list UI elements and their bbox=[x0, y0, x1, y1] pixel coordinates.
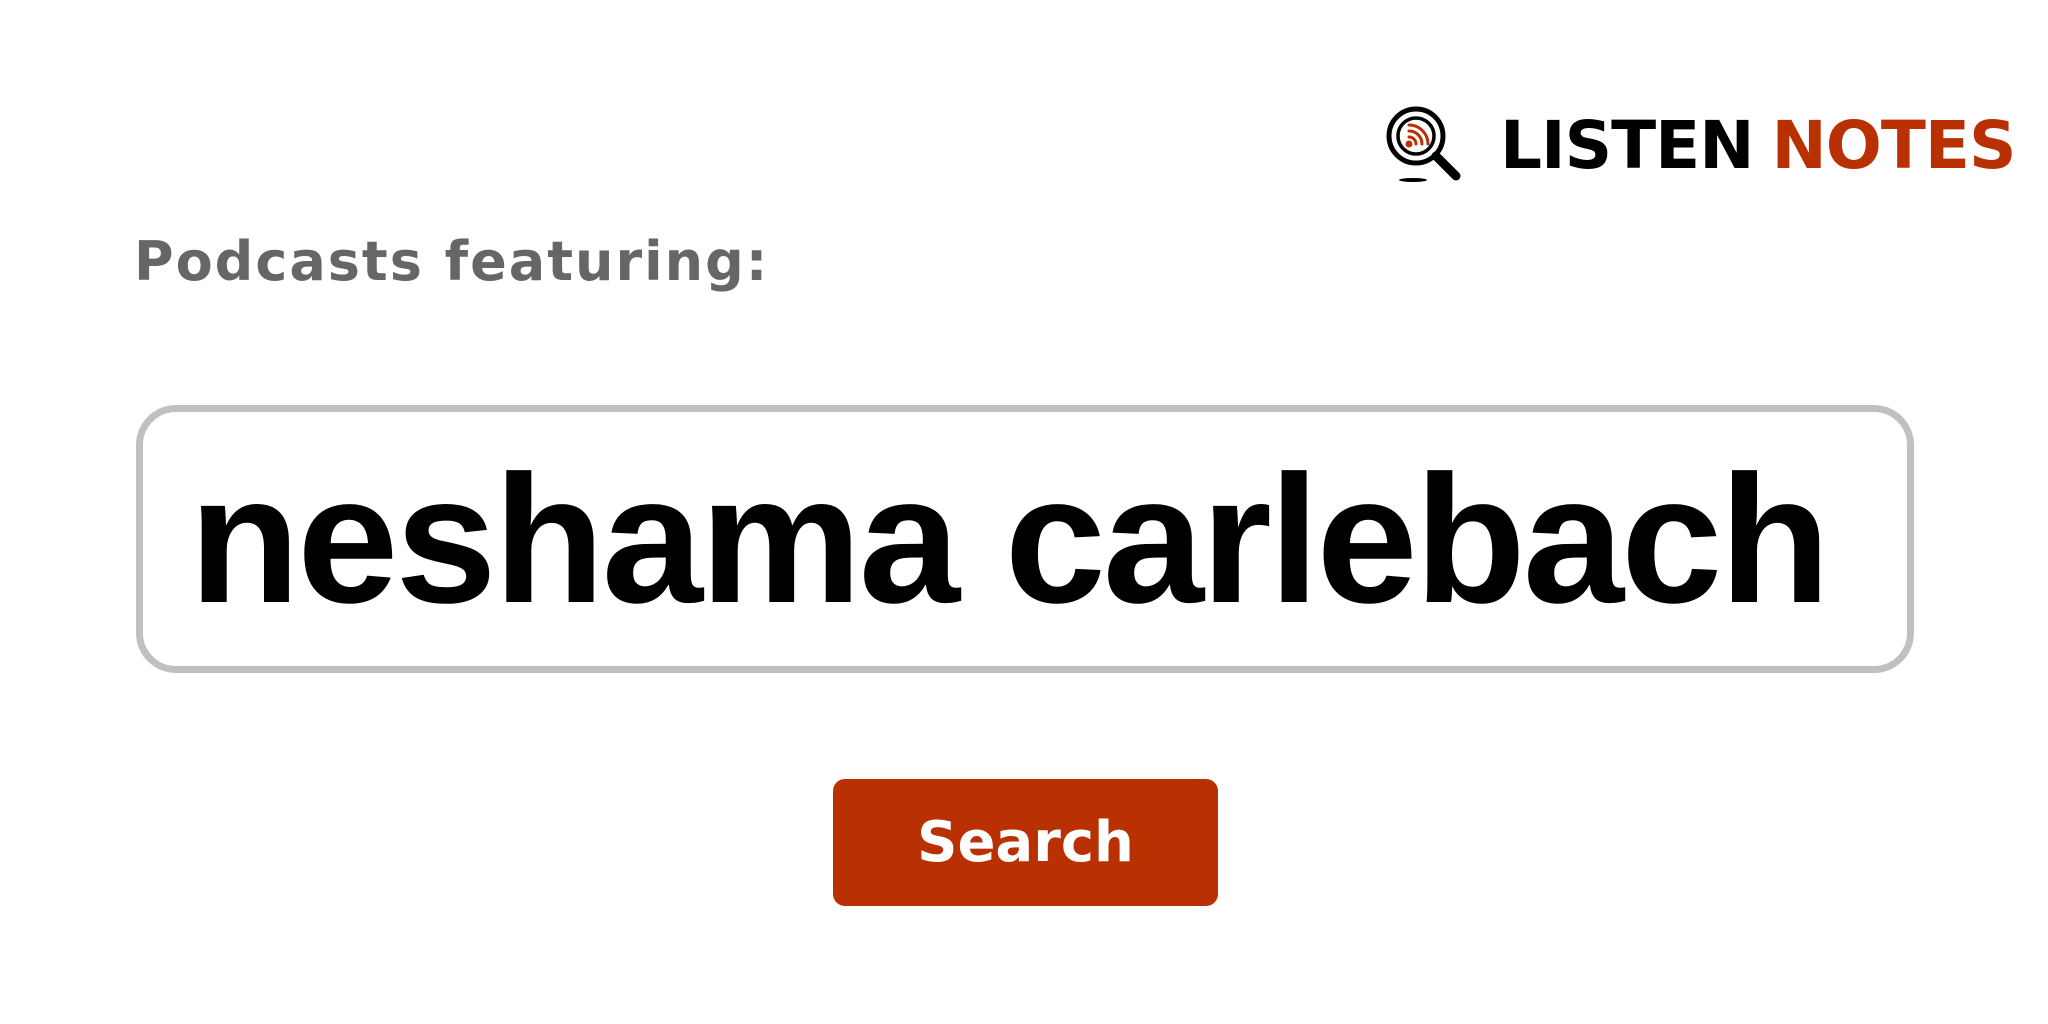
logo-word-notes: NOTES bbox=[1771, 107, 2017, 184]
listen-notes-logo[interactable]: LISTEN NOTES bbox=[1384, 104, 2016, 188]
search-button[interactable]: Search bbox=[833, 779, 1218, 906]
logo-word-listen: LISTEN bbox=[1500, 107, 1754, 184]
page: LISTENNOTES Podcasts featuring: Search bbox=[0, 0, 2048, 1024]
magnifier-podcast-icon bbox=[1386, 106, 1461, 182]
search-input[interactable] bbox=[189, 434, 1907, 644]
podcasts-featuring-label: Podcasts featuring: bbox=[134, 230, 770, 293]
search-box[interactable] bbox=[136, 405, 1914, 673]
logo-wordmark: LISTEN NOTES bbox=[1500, 113, 2016, 179]
